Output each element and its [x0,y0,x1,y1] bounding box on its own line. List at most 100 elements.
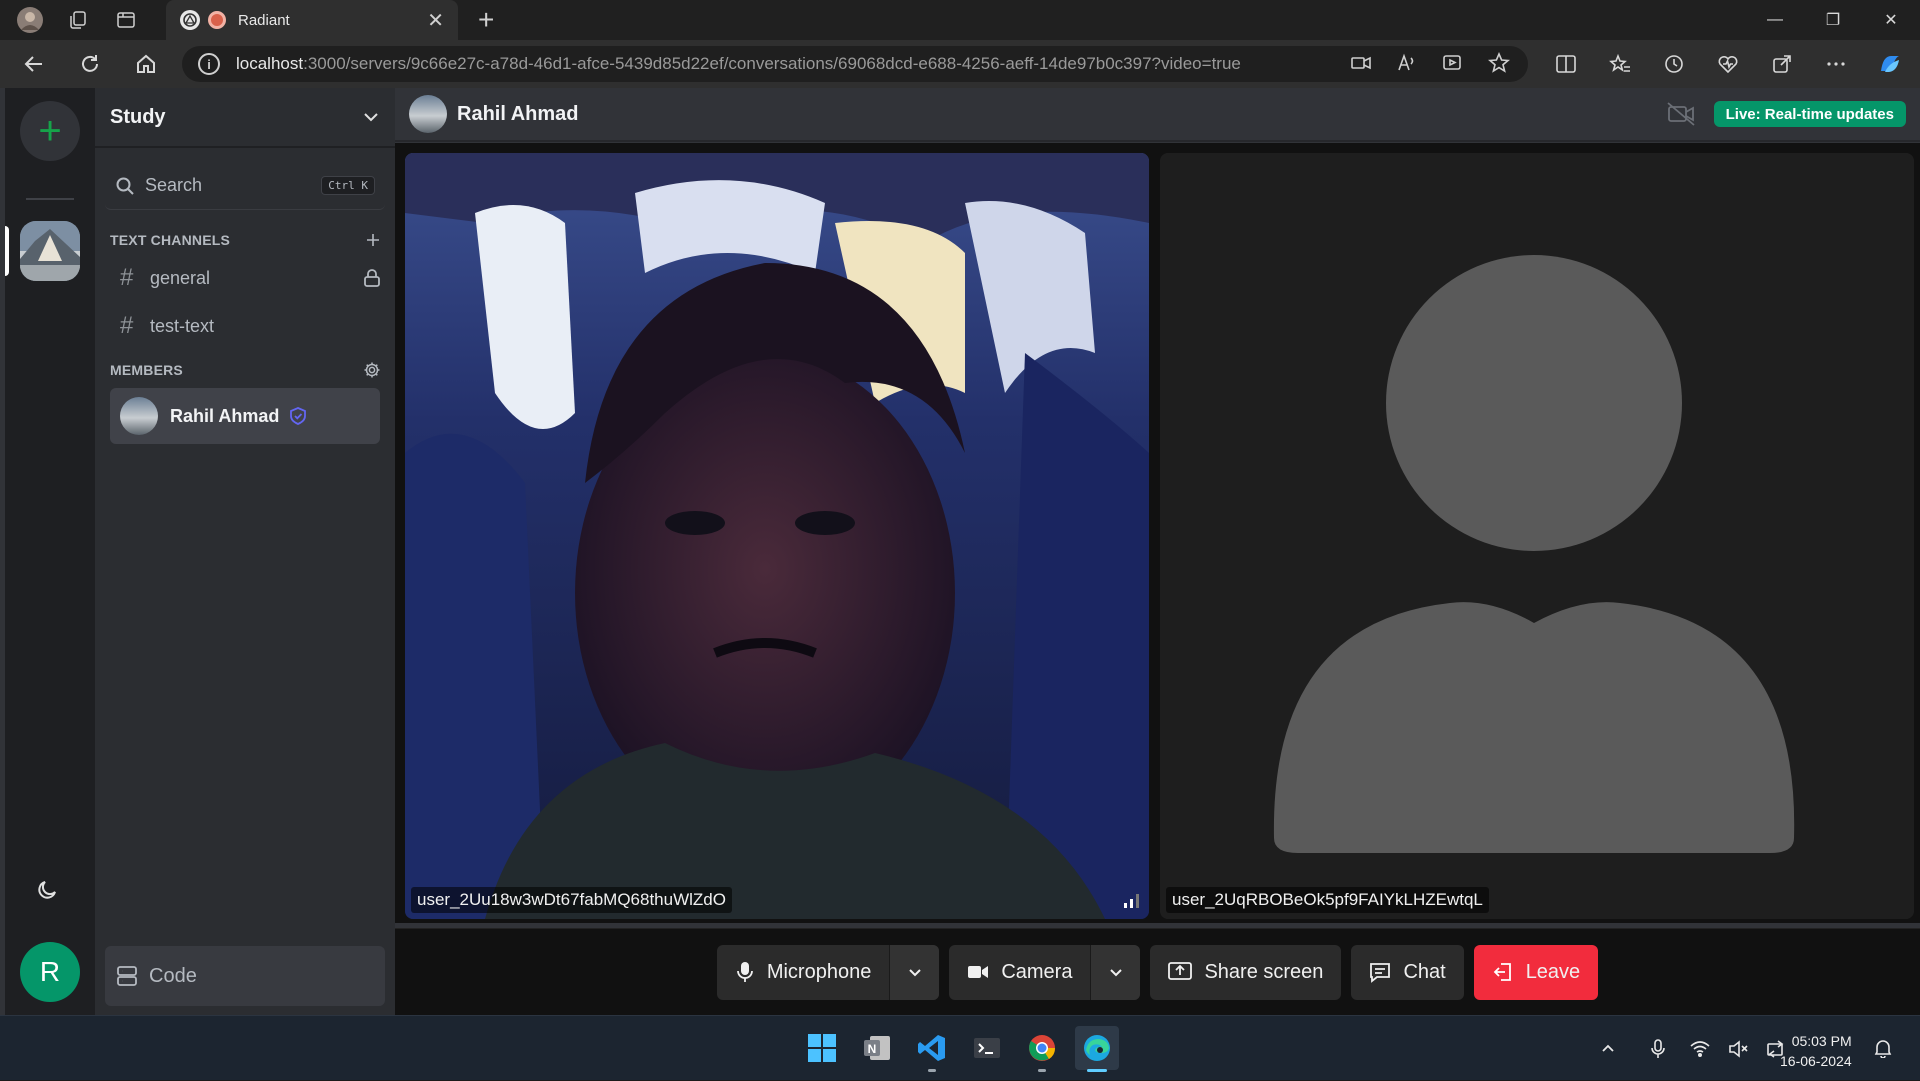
members-label: MEMBERS [110,362,183,378]
leave-call-button[interactable]: Leave [1473,944,1599,1000]
channel-label: test-text [150,315,215,336]
edge-icon[interactable] [1075,1026,1119,1072]
copilot-icon[interactable] [1870,44,1910,84]
clock-date: 16-06-2024 [1780,1053,1852,1069]
leave-label: Leave [1525,960,1581,983]
conversation-main: Rahil Ahmad Live: Real-time updates user… [395,88,1920,1015]
tab-actions-icon[interactable] [106,0,146,40]
camera-label: Camera [1001,960,1073,983]
text-channels-heading: TEXT CHANNELS [95,230,395,250]
site-info-icon[interactable]: i [198,53,220,75]
new-tab-button[interactable]: + [478,6,494,34]
live-status-badge: Live: Real-time updates [1713,101,1906,127]
participant-tile-placeholder[interactable]: user_2UqRBOBeOk5pf9FAIYkLHZEwtqL [1160,153,1914,919]
address-url: localhost:3000/servers/9c66e27c-a78d-46d… [236,54,1241,74]
favorites-icon[interactable] [1600,44,1640,84]
call-control-bar: Microphone Camera Share screen Chat Leav… [395,928,1920,1015]
conversation-header: Rahil Ahmad Live: Real-time updates [395,88,1920,142]
chat-content: Chat [1351,945,1463,1000]
immersive-reader-icon[interactable] [1442,52,1464,74]
rail-divider [26,198,74,200]
taskbar-clock[interactable]: 05:03 PM 16-06-2024 [1780,1031,1852,1071]
chevron-up-icon[interactable] [1600,1041,1616,1057]
system-tray [1600,1016,1786,1081]
participant-name: user_2UqRBOBeOk5pf9FAIYkLHZEwtqL [1166,887,1489,913]
favorite-star-icon[interactable] [1488,52,1510,74]
server-icon-study[interactable] [20,221,80,281]
server-name: Study [110,105,166,128]
camera-options-chevron-icon[interactable] [1090,944,1141,1000]
hash-icon: # [120,264,134,291]
history-icon[interactable] [1654,44,1694,84]
microphone-in-use-icon[interactable] [1650,1038,1666,1059]
add-server-button[interactable]: + [20,101,80,161]
member-item[interactable]: Rahil Ahmad [110,388,380,444]
minimize-icon[interactable]: — [1746,0,1804,40]
profile-icon[interactable] [10,0,50,40]
code-icon [115,964,139,988]
channel-item-general[interactable]: # general [95,254,395,302]
microphone-icon [735,961,755,983]
add-channel-icon[interactable] [365,232,381,248]
active-server-indicator [5,226,9,276]
camera-control: Camera [949,944,1141,1000]
taskbar-apps: N [800,1026,1119,1072]
home-icon[interactable] [126,44,166,84]
address-bar[interactable]: i localhost:3000/servers/9c66e27c-a78d-4… [182,46,1528,82]
conversation-title: Rahil Ahmad [457,102,579,125]
chrome-icon[interactable] [1020,1026,1064,1072]
vscode-icon[interactable] [910,1026,954,1072]
read-aloud-icon[interactable] [1396,52,1418,74]
more-options-icon[interactable] [1816,44,1856,84]
microphone-button[interactable]: Microphone [717,945,890,1000]
camera-button[interactable]: Camera [949,945,1090,1000]
video-stage: user_2Uu18w3wDt67fabMQ68thuWlZdO user_2U… [395,143,1920,923]
channel-item-test-text[interactable]: # test-text [95,302,395,350]
chat-button[interactable]: Chat [1351,944,1464,1000]
members-heading: MEMBERS [95,360,395,380]
camera-in-use-icon[interactable] [1350,52,1372,74]
search-button[interactable]: Search Ctrl K [105,162,385,210]
participant-name: user_2Uu18w3wDt67fabMQ68thuWlZdO [411,887,732,913]
close-window-icon[interactable]: ✕ [1862,0,1920,40]
theme-toggle-moon-icon[interactable] [35,878,59,902]
browser-tab-bar: Radiant ✕ + — ❐ ✕ [0,0,1920,40]
member-name: Rahil Ahmad [170,405,280,426]
participant-tile-camera[interactable]: user_2Uu18w3wDt67fabMQ68thuWlZdO [405,153,1149,919]
notification-bell-icon[interactable] [1874,1038,1892,1058]
member-avatar [120,397,158,435]
restore-icon[interactable]: ❐ [1804,0,1862,40]
hash-icon: # [120,312,134,339]
start-windows-icon[interactable] [800,1026,844,1070]
code-label: Code [149,964,197,987]
clock-time: 05:03 PM [1791,1033,1852,1049]
channel-label: general [150,267,211,288]
search-icon [115,176,135,196]
onenote-icon[interactable]: N [855,1026,899,1070]
svg-text:N: N [868,1042,877,1056]
channel-sidebar: Study Search Ctrl K TEXT CHANNELS # gene… [95,88,395,1015]
share-icon[interactable] [1762,44,1802,84]
volume-muted-icon[interactable] [1728,1039,1748,1058]
share-screen-icon [1168,961,1193,983]
microphone-options-chevron-icon[interactable] [889,944,940,1000]
video-off-icon[interactable] [1666,101,1696,127]
browser-tab-radiant[interactable]: Radiant ✕ [166,0,458,40]
share-screen-button[interactable]: Share screen [1150,944,1342,1000]
server-header[interactable]: Study [95,88,395,148]
code-button[interactable]: Code [105,946,385,1006]
split-screen-icon[interactable] [1546,44,1586,84]
url-path: :3000/servers/9c66e27c-a78d-46d1-afce-54… [303,54,1241,73]
reload-icon[interactable] [70,44,110,84]
terminal-icon[interactable] [965,1026,1009,1070]
user-avatar[interactable]: R [20,942,80,1002]
wifi-icon[interactable] [1690,1040,1710,1058]
back-arrow-icon[interactable] [14,44,54,84]
browser-nav-bar: i localhost:3000/servers/9c66e27c-a78d-4… [0,40,1920,88]
browser-essentials-icon[interactable] [1708,44,1748,84]
workspaces-icon[interactable] [58,0,98,40]
app-logo-icon [180,10,200,30]
gear-icon[interactable] [363,361,381,379]
camera-feed-image [405,153,1149,919]
close-tab-icon[interactable]: ✕ [427,8,444,33]
